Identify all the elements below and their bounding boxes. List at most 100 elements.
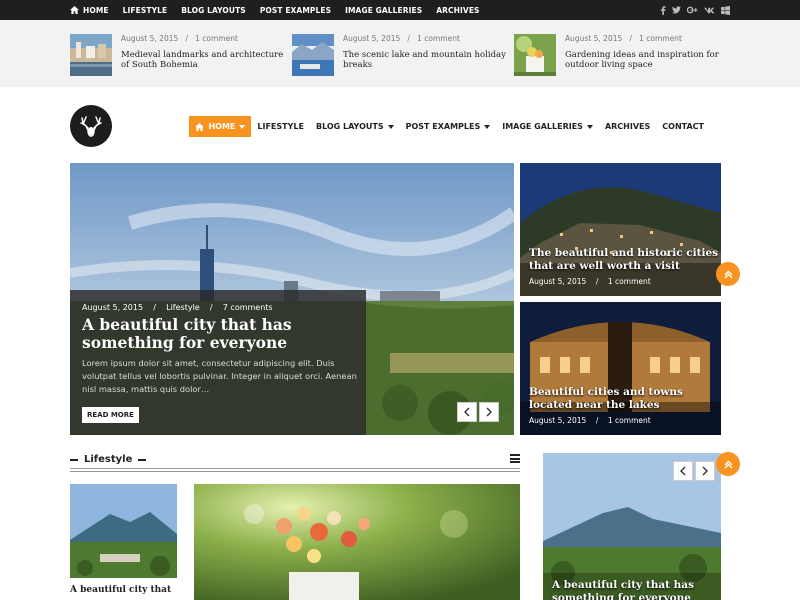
section-divider	[70, 468, 520, 472]
comment-count[interactable]: 1 comment	[608, 277, 651, 286]
chevron-down-icon	[586, 124, 593, 129]
side-post-2-meta: August 5, 2015 / 1 comment	[529, 416, 719, 425]
lifestyle-card-right-title[interactable]: A beautiful city that has something for …	[552, 579, 721, 600]
deer-antlers-icon	[80, 116, 102, 137]
nav-blog-layouts[interactable]: BLOG LAYOUTS	[310, 116, 400, 137]
chevron-right-icon	[486, 407, 492, 417]
chevron-right-icon	[702, 466, 708, 476]
nav-contact-label: CONTACT	[662, 122, 704, 131]
double-chevron-up-icon	[724, 460, 732, 468]
top-bar: HOME LIFESTYLE BLOG LAYOUTS POST EXAMPLE…	[0, 0, 800, 20]
twitter-icon[interactable]	[672, 6, 681, 14]
prev-slide-button[interactable]	[673, 461, 693, 481]
comment-count[interactable]: 1 comment	[195, 34, 238, 43]
vk-icon[interactable]	[704, 7, 715, 14]
nav-contact[interactable]: CONTACT	[656, 116, 710, 137]
title-dash-right	[138, 458, 147, 461]
trending-post-1-thumbnail[interactable]	[70, 34, 112, 76]
top-nav-lifestyle[interactable]: LIFESTYLE	[123, 6, 168, 15]
nav-image-galleries-label: IMAGE GALLERIES	[502, 122, 583, 131]
side-post-1-title[interactable]: The beautiful and historic cities that a…	[529, 247, 719, 273]
top-navigation: HOME LIFESTYLE BLOG LAYOUTS POST EXAMPLE…	[70, 0, 480, 20]
trending-post-3-thumbnail[interactable]	[514, 34, 556, 76]
double-chevron-up-icon	[724, 270, 732, 278]
chevron-down-icon	[484, 124, 491, 129]
post-date: August 5, 2015	[565, 34, 623, 43]
comment-count[interactable]: 1 comment	[417, 34, 460, 43]
side-post-2-caption: Beautiful cities and towns located near …	[529, 386, 719, 425]
top-nav-image-galleries[interactable]: IMAGE GALLERIES	[345, 6, 422, 15]
lifestyle-card-small-image[interactable]	[70, 484, 177, 578]
post-date: August 5, 2015	[121, 34, 179, 43]
read-more-button[interactable]: READ MORE	[82, 407, 139, 423]
chevron-left-icon	[464, 407, 470, 417]
side-post-2-title[interactable]: Beautiful cities and towns located near …	[529, 386, 719, 412]
title-dash-left	[70, 458, 78, 461]
nav-home[interactable]: HOME	[189, 116, 252, 137]
trending-post-3[interactable]: August 5, 2015 / 1 comment Gardening ide…	[514, 34, 729, 76]
prev-slide-button[interactable]	[457, 402, 477, 422]
trending-post-1-title[interactable]: Medieval landmarks and architecture of S…	[121, 50, 286, 70]
top-nav-home[interactable]: HOME	[70, 6, 109, 15]
top-nav-home-label: HOME	[83, 5, 109, 15]
nav-home-label: HOME	[208, 122, 236, 131]
comment-count[interactable]: 7 comments	[223, 303, 273, 312]
meta-separator: /	[407, 34, 410, 43]
lifestyle-card-right-image[interactable]: A beautiful city that has something for …	[543, 453, 721, 600]
section-title-text[interactable]: Lifestyle	[84, 454, 132, 465]
nav-post-examples[interactable]: POST EXAMPLES	[400, 116, 497, 137]
trending-post-2-thumbnail[interactable]	[292, 34, 334, 76]
windows-icon[interactable]	[721, 5, 730, 15]
lifestyle-card-small-title[interactable]: A beautiful city that	[70, 585, 180, 595]
scroll-up-button[interactable]	[716, 262, 740, 286]
nav-archives-label: ARCHIVES	[604, 122, 651, 131]
nav-image-galleries[interactable]: IMAGE GALLERIES	[496, 116, 599, 137]
trending-post-3-title[interactable]: Gardening ideas and inspiration for outd…	[565, 50, 730, 70]
hero-meta: August 5, 2015 / Lifestyle / 7 comments	[82, 303, 273, 312]
trending-post-1[interactable]: August 5, 2015 / 1 comment Medieval land…	[70, 34, 285, 76]
top-nav-blog-layouts[interactable]: BLOG LAYOUTS	[181, 6, 246, 15]
side-post-1-caption: The beautiful and historic cities that a…	[529, 247, 719, 286]
trending-post-2-meta: August 5, 2015 / 1 comment	[343, 34, 460, 43]
hero-slider[interactable]: August 5, 2015 / Lifestyle / 7 comments …	[70, 163, 514, 435]
nav-lifestyle-label: LIFESTYLE	[257, 122, 304, 131]
next-slide-button[interactable]	[695, 461, 715, 481]
meta-separator: /	[153, 303, 156, 312]
side-post-2[interactable]: Beautiful cities and towns located near …	[520, 302, 721, 435]
next-slide-button[interactable]	[479, 402, 499, 422]
hamburger-menu-icon[interactable]	[510, 454, 520, 463]
chevron-down-icon	[239, 124, 246, 129]
facebook-icon[interactable]	[660, 5, 666, 15]
nav-archives[interactable]: ARCHIVES	[599, 116, 656, 137]
site-logo[interactable]	[70, 105, 112, 147]
lifestyle-card-large-image[interactable]	[194, 484, 520, 600]
trending-post-3-meta: August 5, 2015 / 1 comment	[565, 34, 682, 43]
comment-count[interactable]: 1 comment	[639, 34, 682, 43]
trending-post-2[interactable]: August 5, 2015 / 1 comment The scenic la…	[292, 34, 507, 76]
social-links	[660, 0, 730, 20]
hero-excerpt: Lorem ipsum dolor sit amet, consectetur …	[82, 358, 357, 394]
trending-post-1-meta: August 5, 2015 / 1 comment	[121, 34, 238, 43]
post-date: August 5, 2015	[82, 303, 144, 312]
side-post-1-meta: August 5, 2015 / 1 comment	[529, 277, 719, 286]
google-plus-icon[interactable]	[687, 6, 698, 14]
hero-title[interactable]: A beautiful city that has something for …	[82, 316, 362, 352]
main-navigation: HOME LIFESTYLE BLOG LAYOUTS POST EXAMPLE…	[189, 116, 710, 137]
comment-count[interactable]: 1 comment	[608, 416, 651, 425]
post-date: August 5, 2015	[529, 416, 587, 425]
side-post-1[interactable]: The beautiful and historic cities that a…	[520, 163, 721, 296]
chevron-left-icon	[680, 466, 686, 476]
post-date: August 5, 2015	[529, 277, 587, 286]
right-card-slider-arrows	[673, 461, 715, 481]
post-category[interactable]: Lifestyle	[166, 303, 200, 312]
meta-separator: /	[595, 416, 599, 425]
nav-lifestyle[interactable]: LIFESTYLE	[251, 116, 310, 137]
top-nav-archives[interactable]: ARCHIVES	[436, 6, 479, 15]
scroll-up-button-2[interactable]	[716, 452, 740, 476]
featured-posts-strip: August 5, 2015 / 1 comment Medieval land…	[0, 20, 800, 87]
hero-slider-arrows	[457, 402, 499, 422]
trending-post-2-title[interactable]: The scenic lake and mountain holiday bre…	[343, 50, 508, 70]
home-icon	[70, 6, 79, 14]
top-nav-post-examples[interactable]: POST EXAMPLES	[260, 6, 331, 15]
hero-caption: August 5, 2015 / Lifestyle / 7 comments …	[70, 290, 366, 435]
